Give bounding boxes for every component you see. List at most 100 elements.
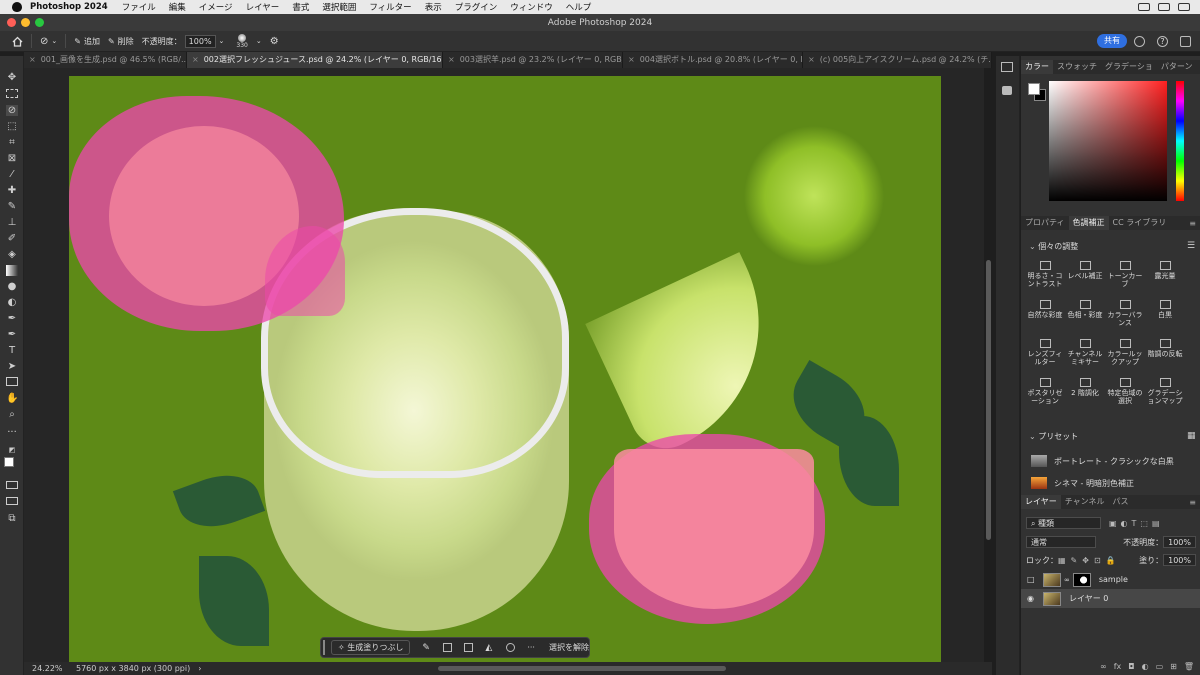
tab-gradients[interactable]: グラデーショ: [1101, 60, 1157, 74]
adjustment-layer-icon[interactable]: ◐: [1142, 662, 1149, 671]
more-options-icon[interactable]: ···: [527, 643, 535, 652]
tab-document-003[interactable]: × 003選択羊.psd @ 23.2% (レイヤー 0, RGB/...: [443, 52, 623, 68]
tab-document-001[interactable]: × 001_画像を生成.psd @ 46.5% (RGB/...: [24, 52, 187, 68]
layer-opacity-input[interactable]: 100%: [1163, 536, 1196, 548]
menu-filter[interactable]: フィルター: [369, 1, 411, 13]
menu-window[interactable]: ウィンドウ: [510, 1, 553, 13]
new-group-icon[interactable]: ▭: [1156, 662, 1164, 671]
brush-size-picker[interactable]: 330: [236, 33, 248, 49]
move-tool-icon[interactable]: ✥: [6, 72, 18, 83]
trash-icon[interactable]: 🗑: [1184, 662, 1194, 671]
apple-menu-icon[interactable]: [12, 2, 22, 12]
preset-item[interactable]: シネマ - 明暗別色補正: [1031, 476, 1134, 490]
search-icon[interactable]: [1134, 36, 1145, 47]
tab-document-002[interactable]: × 002選択フレッシュジュース.psd @ 24.2% (レイヤー 0, RGB…: [187, 52, 443, 68]
adjustment-posterize[interactable]: ポスタリゼーション: [1025, 378, 1065, 405]
minimize-window-button[interactable]: [21, 18, 30, 27]
workspace-icon[interactable]: [1180, 36, 1191, 47]
section-individual-adjustments[interactable]: 個々の調整: [1029, 241, 1078, 252]
adjustment-channel-mixer[interactable]: チャンネルミキサー: [1065, 339, 1105, 366]
layer-filter-kind-select[interactable]: ⌕ 種類: [1026, 517, 1101, 529]
tab-patterns[interactable]: パターン: [1157, 60, 1197, 74]
adjustment-hue-saturation[interactable]: 色相・彩度: [1065, 300, 1105, 319]
crop-tool-icon[interactable]: ⌗: [6, 137, 18, 148]
dodge-tool-icon[interactable]: ◐: [6, 297, 18, 308]
tab-layers[interactable]: レイヤー: [1021, 495, 1061, 509]
screen-mode-icon[interactable]: [6, 497, 18, 505]
path-selection-tool-icon[interactable]: ➤: [6, 361, 18, 372]
brush-tool-icon[interactable]: ✎: [6, 201, 18, 212]
generative-fill-button[interactable]: ✧ 生成塗りつぶし: [331, 640, 411, 655]
panel-menu-icon[interactable]: ≡: [1189, 219, 1196, 228]
menu-help[interactable]: ヘルプ: [566, 1, 592, 13]
close-icon[interactable]: ×: [628, 55, 635, 64]
quick-mask-icon[interactable]: [6, 481, 18, 489]
tab-adjustments[interactable]: 色調補正: [1068, 216, 1109, 230]
adjustment-exposure[interactable]: 露光量: [1145, 261, 1185, 280]
share-button[interactable]: 共有: [1097, 34, 1127, 48]
new-layer-icon[interactable]: ⊞: [1170, 662, 1177, 671]
document-info[interactable]: 5760 px x 3840 px (300 ppi): [76, 664, 190, 673]
menu-plugins[interactable]: プラグイン: [455, 1, 498, 13]
invert-selection-icon[interactable]: [443, 643, 453, 652]
add-mask-icon[interactable]: ◘: [1128, 662, 1134, 671]
tab-document-005[interactable]: × (c) 005向上アイスクリーム.psd @ 24.2% (チ...: [803, 52, 992, 68]
tab-cc-libraries[interactable]: CC ライブラリ: [1109, 216, 1171, 230]
battery-icon[interactable]: [1158, 3, 1170, 11]
close-icon[interactable]: ×: [29, 55, 36, 64]
rectangle-tool-icon[interactable]: [6, 377, 18, 386]
menu-view[interactable]: 表示: [425, 1, 442, 13]
adjustment-color-lookup[interactable]: カラールックアップ: [1105, 339, 1145, 366]
quick-selection-tool-icon[interactable]: ⊘: [6, 105, 18, 116]
close-icon[interactable]: ×: [448, 55, 455, 64]
eraser-tool-icon[interactable]: ◈: [6, 249, 18, 260]
layer-fill-input[interactable]: 100%: [1163, 554, 1196, 566]
blend-mode-select[interactable]: 通常: [1026, 536, 1096, 548]
adjustment-layer-icon[interactable]: [506, 643, 516, 652]
foreground-color-swatch[interactable]: [4, 457, 14, 467]
type-tool-icon[interactable]: T: [6, 345, 18, 356]
vertical-scrollbar[interactable]: [986, 260, 991, 540]
layer-style-icon[interactable]: fx: [1114, 662, 1122, 671]
color-picker-field[interactable]: [1049, 81, 1167, 201]
panel-menu-icon[interactable]: ≡: [1189, 498, 1196, 507]
app-menu[interactable]: Photoshop 2024: [30, 2, 108, 12]
layer-mask-thumbnail[interactable]: [1072, 572, 1091, 587]
subtract-from-selection-button[interactable]: ✎ 削除: [108, 36, 134, 47]
history-panel-icon[interactable]: [1001, 62, 1013, 72]
modify-selection-icon[interactable]: ✎: [422, 643, 431, 653]
layer-filter-icons[interactable]: ▣◐T⬚▤: [1109, 519, 1164, 528]
close-icon[interactable]: ×: [808, 55, 815, 64]
close-icon[interactable]: ×: [192, 55, 199, 64]
tab-paths[interactable]: パス: [1109, 495, 1133, 509]
zoom-tool-icon[interactable]: ⌕: [6, 409, 18, 420]
fill-selection-icon[interactable]: ◭: [485, 643, 494, 653]
hand-tool-icon[interactable]: ✋: [6, 393, 18, 404]
visibility-toggle[interactable]: □: [1027, 575, 1037, 584]
adjustment-threshold[interactable]: 2 階調化: [1065, 378, 1105, 397]
tool-preset-picker[interactable]: ⊘ ⌄: [40, 36, 57, 47]
link-icon[interactable]: ∞: [1064, 576, 1070, 584]
add-to-selection-button[interactable]: ✎ 追加: [74, 36, 100, 47]
menu-layer[interactable]: レイヤー: [246, 1, 280, 13]
gear-icon[interactable]: ⚙: [270, 36, 279, 47]
foreground-color-swatch[interactable]: [1028, 83, 1040, 95]
drag-handle[interactable]: [323, 640, 325, 655]
comments-panel-icon[interactable]: [1002, 86, 1012, 95]
adjustment-photo-filter[interactable]: レンズフィルター: [1025, 339, 1065, 366]
document-image[interactable]: [69, 76, 941, 662]
canvas-area[interactable]: [24, 68, 984, 662]
home-button[interactable]: [12, 36, 23, 47]
close-window-button[interactable]: [7, 18, 16, 27]
grid-view-icon[interactable]: ▦: [1187, 431, 1196, 441]
lock-icons[interactable]: ▦✎✥⊡🔒: [1058, 556, 1121, 565]
status-icon[interactable]: [1138, 3, 1150, 11]
adjustment-gradient-map[interactable]: グラデーションマップ: [1145, 378, 1185, 405]
chevron-down-icon[interactable]: ⌄: [219, 37, 225, 45]
marquee-tool-icon[interactable]: [6, 89, 18, 98]
eye-icon[interactable]: ◉: [1027, 594, 1037, 603]
adjustment-vibrance[interactable]: 自然な彩度: [1025, 300, 1065, 319]
chevron-down-icon[interactable]: ⌄: [256, 37, 262, 45]
list-view-icon[interactable]: ☰: [1187, 241, 1195, 251]
control-center-icon[interactable]: [1178, 3, 1190, 11]
